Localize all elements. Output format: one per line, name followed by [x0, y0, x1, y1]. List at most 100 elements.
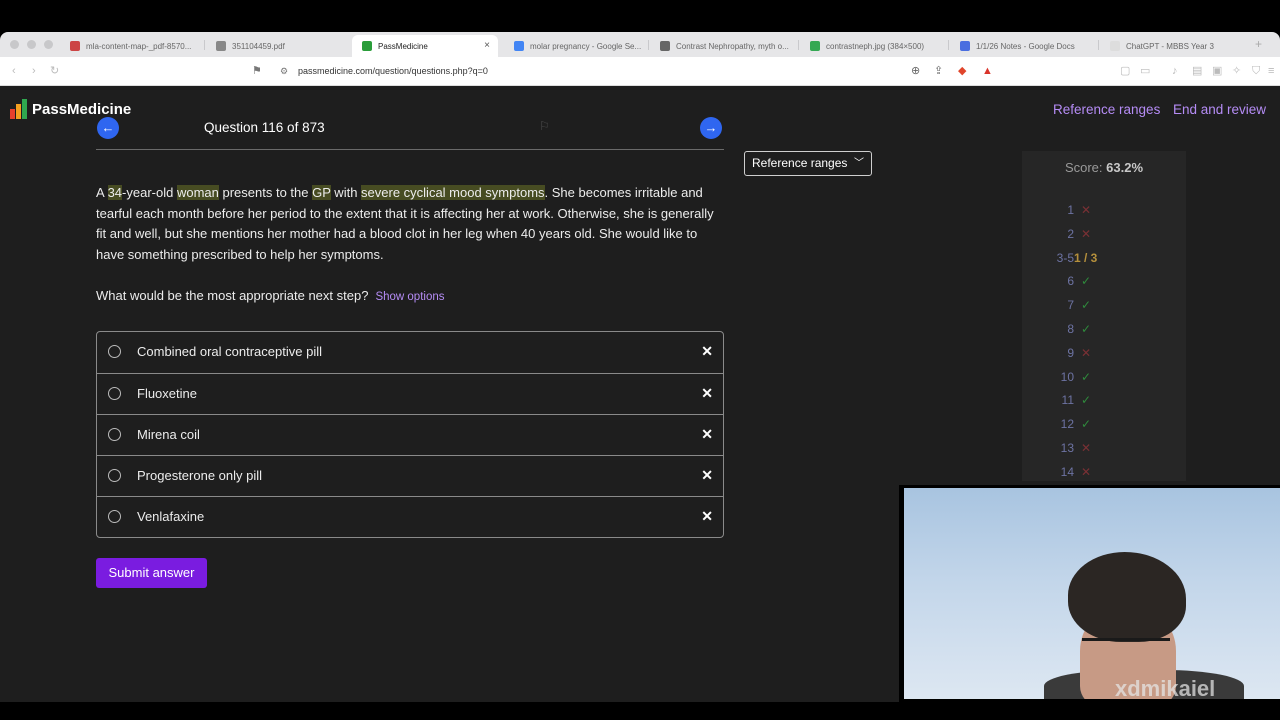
bookmark-icon[interactable]: ⚑ [252, 65, 262, 77]
bottom-bar [0, 702, 1280, 720]
cross-icon: ✕ [1081, 226, 1092, 241]
answer-option-label: Fluoxetine [137, 386, 197, 401]
globe-icon [216, 41, 226, 51]
reference-ranges-link[interactable]: Reference ranges [1053, 102, 1160, 117]
new-tab-button[interactable]: + [1255, 37, 1262, 51]
highlighted-phrase: GP [312, 185, 331, 200]
end-and-review-link[interactable]: End and review [1173, 102, 1266, 117]
score-row[interactable]: 14 ✕ [1022, 465, 1186, 481]
eliminate-option-icon[interactable]: ✕ [701, 508, 713, 525]
submit-answer-button[interactable]: Submit answer [96, 558, 207, 588]
answer-option[interactable]: Mirena coil ✕ [97, 414, 723, 455]
answer-option-label: Mirena coil [137, 427, 200, 442]
answer-options: Combined oral contraceptive pill ✕ Fluoxet… [96, 331, 724, 538]
reference-ranges-dropdown[interactable]: Reference ranges ﹀ [744, 151, 872, 176]
check-icon: ✓ [1081, 298, 1092, 313]
check-icon: ✓ [1081, 393, 1092, 408]
answer-option[interactable]: Venlafaxine ✕ [97, 496, 723, 537]
answer-option-label: Combined oral contraceptive pill [137, 344, 322, 359]
browser-tab[interactable]: 1/1/26 Notes - Google Docs [950, 35, 1100, 57]
article-icon [660, 41, 670, 51]
browser-tab[interactable]: PassMedicine × [352, 35, 498, 57]
check-icon: ✓ [1081, 274, 1092, 289]
zoom-icon[interactable]: ⊕ [911, 65, 920, 77]
forward-icon[interactable]: › [32, 65, 36, 77]
radio-button[interactable] [108, 510, 121, 523]
check-icon: ✓ [1081, 417, 1092, 432]
brave-rewards-icon[interactable]: ▲ [982, 65, 993, 77]
extension-icon[interactable]: ▢ [1120, 65, 1130, 77]
browser-tab-label: PassMedicine [378, 41, 428, 51]
browser-tab[interactable]: ChatGPT - MBBS Year 3 [1100, 35, 1250, 57]
site-info-icon[interactable]: ⚙ [280, 65, 288, 77]
sidebar-icon[interactable]: ▭ [1140, 65, 1150, 77]
eliminate-option-icon[interactable]: ✕ [701, 467, 713, 484]
question-number: 10 [1060, 369, 1074, 384]
wallet-icon[interactable]: ▣ [1212, 65, 1222, 77]
browser-tab[interactable]: molar pregnancy - Google Se... [504, 35, 650, 57]
answer-option[interactable]: Progesterone only pill ✕ [97, 455, 723, 496]
browser-tab[interactable]: Contrast Nephropathy, myth o... [650, 35, 796, 57]
score-row[interactable]: 10 ✓ [1022, 370, 1186, 390]
score-row[interactable]: 3-5 1 / 3 [1022, 251, 1186, 271]
radio-button[interactable] [108, 387, 121, 400]
score-row[interactable]: 1 ✕ [1022, 203, 1186, 223]
reference-ranges-dropdown-label: Reference ranges [752, 156, 848, 170]
score-row[interactable]: 12 ✓ [1022, 417, 1186, 437]
zoom-window-button[interactable] [44, 40, 53, 49]
brave-shield-icon[interactable]: ◆ [958, 65, 966, 77]
tab-separator [1098, 40, 1099, 50]
score-row[interactable]: 9 ✕ [1022, 346, 1186, 366]
tab-separator [798, 40, 799, 50]
question-counter: Question 116 of 873 [204, 120, 325, 135]
previous-question-button[interactable]: ← [97, 117, 119, 139]
show-options-link[interactable]: Show options [375, 291, 444, 303]
reload-icon[interactable]: ↻ [50, 65, 59, 77]
partial-score: 1 / 3 [1074, 250, 1098, 265]
menu-icon[interactable]: ≡ [1268, 65, 1274, 77]
answer-option-label: Progesterone only pill [137, 468, 263, 483]
tab-separator [948, 40, 949, 50]
close-window-button[interactable] [10, 40, 19, 49]
next-question-button[interactable]: → [700, 117, 722, 139]
minimize-window-button[interactable] [27, 40, 36, 49]
vpn-icon[interactable]: ⛉ [1252, 65, 1260, 77]
score-row[interactable]: 8 ✓ [1022, 322, 1186, 342]
back-icon[interactable]: ‹ [12, 65, 16, 77]
browser-tab[interactable]: mla-content-map-_pdf-8570... [60, 35, 210, 57]
tab-separator [204, 40, 205, 50]
address-bar[interactable]: passmedicine.com/question/questions.php?… [298, 66, 488, 76]
question-number: 12 [1060, 417, 1074, 432]
media-icon[interactable]: ♪ [1172, 65, 1178, 77]
chevron-down-icon: ﹀ [854, 158, 864, 169]
share-icon[interactable]: ⇪ [934, 65, 943, 77]
radio-button[interactable] [108, 428, 121, 441]
reader-icon[interactable]: ▤ [1192, 65, 1202, 77]
browser-tab-label: contrastneph.jpg (384×500) [826, 41, 925, 51]
question-stem: A 34-year-old woman presents to the GP w… [96, 183, 726, 265]
browser-tab-label: 351104459.pdf [232, 41, 285, 51]
highlighted-phrase: severe cyclical mood symptoms [361, 185, 545, 200]
eliminate-option-icon[interactable]: ✕ [701, 426, 713, 443]
leo-icon[interactable]: ✧ [1232, 65, 1241, 77]
score-summary: Score: 63.2% [1022, 160, 1186, 175]
score-row[interactable]: 13 ✕ [1022, 441, 1186, 461]
globe-icon [70, 41, 80, 51]
eliminate-option-icon[interactable]: ✕ [701, 385, 713, 402]
answer-option[interactable]: Fluoxetine ✕ [97, 373, 723, 414]
eliminate-option-icon[interactable]: ✕ [701, 343, 713, 360]
score-row[interactable]: 6 ✓ [1022, 274, 1186, 294]
streamer-watermark: xdmikaiel [1115, 676, 1216, 701]
browser-tab[interactable]: contrastneph.jpg (384×500) [800, 35, 950, 57]
close-tab-icon[interactable]: × [484, 40, 490, 51]
score-row[interactable]: 11 ✓ [1022, 393, 1186, 413]
question-number: 8 [1067, 322, 1074, 336]
score-row[interactable]: 2 ✕ [1022, 227, 1186, 247]
radio-button[interactable] [108, 469, 121, 482]
score-row[interactable]: 7 ✓ [1022, 298, 1186, 318]
screen: mla-content-map-_pdf-8570... 351104459.pd… [0, 0, 1280, 720]
flag-icon[interactable]: ⚐ [539, 119, 550, 133]
browser-tab[interactable]: 351104459.pdf [206, 35, 356, 57]
radio-button[interactable] [108, 345, 121, 358]
answer-option[interactable]: Combined oral contraceptive pill ✕ [97, 332, 723, 373]
